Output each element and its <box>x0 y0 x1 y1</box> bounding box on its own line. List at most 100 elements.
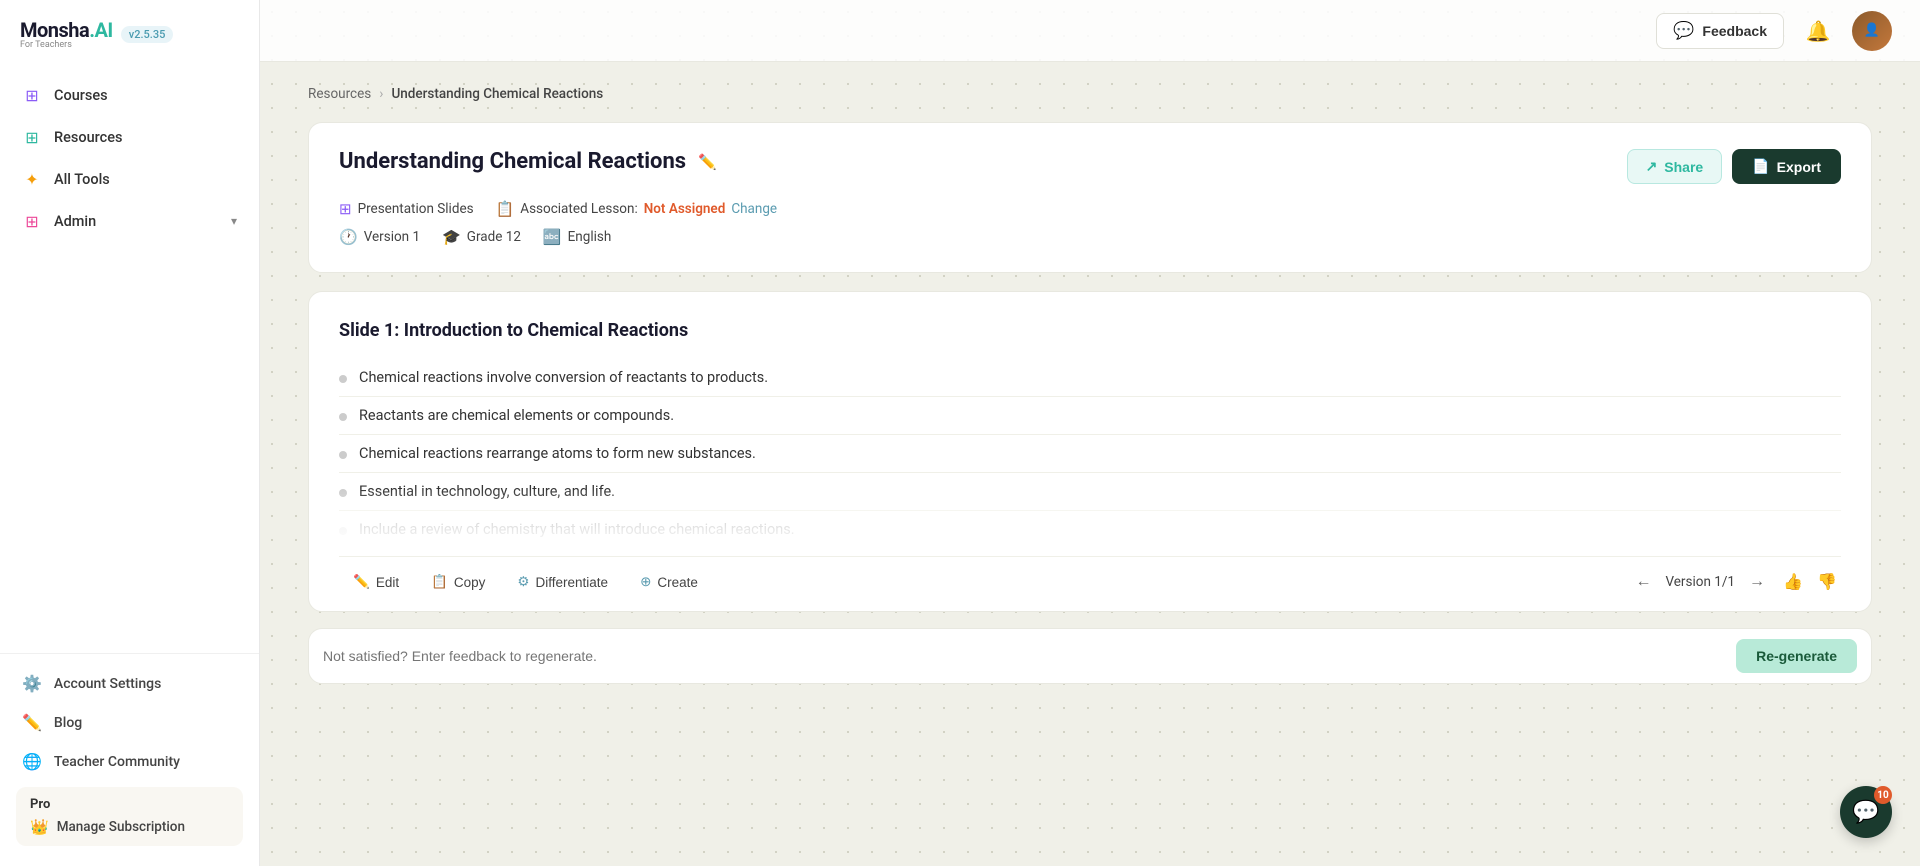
version-label: Version 1/1 <box>1665 574 1735 590</box>
slide-toolbar: ✏️ Edit 📋 Copy ⚙ Differentiate ⊕ Create <box>339 556 1841 611</box>
thumbs-up-button[interactable]: 👍 <box>1779 568 1807 596</box>
pro-section: Pro 👑 Manage Subscription <box>16 787 243 846</box>
card-actions: ↗ Share 📄 Export <box>1627 149 1841 184</box>
differentiate-icon: ⚙ <box>517 574 529 590</box>
share-button[interactable]: ↗ Share <box>1627 149 1723 184</box>
bullet-icon-4 <box>339 489 347 497</box>
notification-button[interactable]: 🔔 <box>1800 13 1836 49</box>
breadcrumb-separator: › <box>379 86 383 102</box>
feedback-button[interactable]: 💬 Feedback <box>1656 13 1784 49</box>
avatar-image: 👤 <box>1864 23 1880 38</box>
sidebar-item-all-tools[interactable]: ✦ All Tools <box>0 158 259 200</box>
resource-type-label: Presentation Slides <box>358 201 474 217</box>
slide-bullet-4-text: Essential in technology, culture, and li… <box>359 483 615 500</box>
resource-grade-label: Grade 12 <box>467 229 521 245</box>
admin-icon: ⊞ <box>22 211 42 231</box>
export-button-label: Export <box>1777 159 1821 175</box>
resources-icon: ⊞ <box>22 127 42 147</box>
associated-lesson: 📋 Associated Lesson: Not Assigned Change <box>496 200 778 218</box>
sidebar-item-courses-label: Courses <box>54 87 108 104</box>
crown-icon: 👑 <box>30 818 49 836</box>
bullet-icon-3 <box>339 451 347 459</box>
chat-bubble-icon: 💬 <box>1852 800 1879 825</box>
differentiate-button[interactable]: ⚙ Differentiate <box>503 567 622 597</box>
slide-bullet-5-text: Include a review of chemistry that will … <box>359 521 795 538</box>
language-icon: 🔤 <box>543 228 562 246</box>
thumbs-down-button[interactable]: 👎 <box>1813 568 1841 596</box>
sidebar-item-teacher-community[interactable]: 🌐 Teacher Community <box>0 742 259 781</box>
sidebar-item-account-settings[interactable]: ⚙️ Account Settings <box>0 664 259 703</box>
version-badge: v2.5.35 <box>121 26 174 43</box>
presentation-icon: ⊞ <box>339 200 352 218</box>
logo-text: Monsha.AI <box>20 18 113 42</box>
bullet-icon-2 <box>339 413 347 421</box>
slide-content-area: Chemical reactions involve conversion of… <box>339 359 1841 548</box>
resource-language: 🔤 English <box>543 228 611 246</box>
slide-bullet-1: Chemical reactions involve conversion of… <box>339 359 1841 397</box>
chat-badge: 10 <box>1874 786 1892 804</box>
topbar: 💬 Feedback 🔔 👤 <box>260 0 1920 62</box>
sidebar-item-courses[interactable]: ⊞ Courses <box>0 74 259 116</box>
version-next-button[interactable]: → <box>1743 568 1771 596</box>
teacher-community-label: Teacher Community <box>54 754 180 770</box>
edit-title-icon[interactable]: ✏️ <box>698 153 717 171</box>
account-settings-label: Account Settings <box>54 676 161 692</box>
differentiate-button-label: Differentiate <box>536 575 609 590</box>
edit-icon: ✏️ <box>353 574 370 590</box>
resource-title-area: Understanding Chemical Reactions ✏️ <box>339 149 717 174</box>
copy-button[interactable]: 📋 Copy <box>417 567 499 597</box>
export-icon: 📄 <box>1752 158 1769 175</box>
chat-bubble-button[interactable]: 💬 10 <box>1840 786 1892 838</box>
resource-type: ⊞ Presentation Slides <box>339 200 474 218</box>
bell-icon: 🔔 <box>1806 19 1831 43</box>
account-settings-icon: ⚙️ <box>22 674 42 693</box>
sidebar-bottom: ⚙️ Account Settings ✏️ Blog 🌐 Teacher Co… <box>0 653 259 866</box>
edit-button[interactable]: ✏️ Edit <box>339 567 413 597</box>
associated-lesson-value: Not Assigned <box>644 201 726 217</box>
admin-chevron-icon: ▾ <box>231 214 237 228</box>
share-icon: ↗ <box>1646 158 1658 175</box>
manage-subscription-item[interactable]: 👑 Manage Subscription <box>30 818 229 836</box>
teacher-community-icon: 🌐 <box>22 752 42 771</box>
export-button[interactable]: 📄 Export <box>1732 149 1841 184</box>
feedback-input[interactable] <box>323 648 1724 664</box>
avatar[interactable]: 👤 <box>1852 11 1892 51</box>
grade-icon: 🎓 <box>442 228 461 246</box>
resource-language-label: English <box>568 229 612 245</box>
copy-icon: 📋 <box>431 574 448 590</box>
card-meta-row2: 🕐 Version 1 🎓 Grade 12 🔤 English <box>339 228 1841 246</box>
copy-button-label: Copy <box>454 575 486 590</box>
feedback-thumbs: 👍 👎 <box>1779 568 1841 596</box>
create-icon: ⊕ <box>640 574 651 590</box>
sidebar-item-blog[interactable]: ✏️ Blog <box>0 703 259 742</box>
version-prev-button[interactable]: ← <box>1629 568 1657 596</box>
regenerate-button[interactable]: Re-generate <box>1736 639 1857 673</box>
logo: Monsha.AI For Teachers <box>20 18 113 50</box>
slide-bullet-3-text: Chemical reactions rearrange atoms to fo… <box>359 445 756 462</box>
sidebar-item-admin[interactable]: ⊞ Admin ▾ <box>0 200 259 242</box>
breadcrumb-current: Understanding Chemical Reactions <box>391 86 603 102</box>
edit-button-label: Edit <box>376 575 399 590</box>
sidebar-item-all-tools-label: All Tools <box>54 171 110 188</box>
change-link[interactable]: Change <box>731 201 777 217</box>
bullet-icon-1 <box>339 375 347 383</box>
breadcrumb-resources-link[interactable]: Resources <box>308 86 371 102</box>
pro-label: Pro <box>30 797 229 812</box>
create-button-label: Create <box>657 575 698 590</box>
slide-title: Slide 1: Introduction to Chemical Reacti… <box>339 320 1841 341</box>
toolbar-right: ← Version 1/1 → 👍 👎 <box>1629 568 1841 596</box>
slide-bullet-2: Reactants are chemical elements or compo… <box>339 397 1841 435</box>
sidebar-item-admin-label: Admin <box>54 213 96 230</box>
slide-bullet-1-text: Chemical reactions involve conversion of… <box>359 369 768 386</box>
content-area: Resources › Understanding Chemical React… <box>260 62 1920 866</box>
toolbar-left: ✏️ Edit 📋 Copy ⚙ Differentiate ⊕ Create <box>339 567 712 597</box>
sidebar-item-resources[interactable]: ⊞ Resources <box>0 116 259 158</box>
slide-bullet-4: Essential in technology, culture, and li… <box>339 473 1841 511</box>
blog-icon: ✏️ <box>22 713 42 732</box>
resource-version-label: Version 1 <box>364 229 420 245</box>
bullet-icon-5 <box>339 527 347 535</box>
main-area: 💬 Feedback 🔔 👤 Resources › Understanding… <box>260 0 1920 866</box>
create-button[interactable]: ⊕ Create <box>626 567 712 597</box>
sidebar-item-resources-label: Resources <box>54 129 122 146</box>
resource-title: Understanding Chemical Reactions <box>339 149 686 174</box>
